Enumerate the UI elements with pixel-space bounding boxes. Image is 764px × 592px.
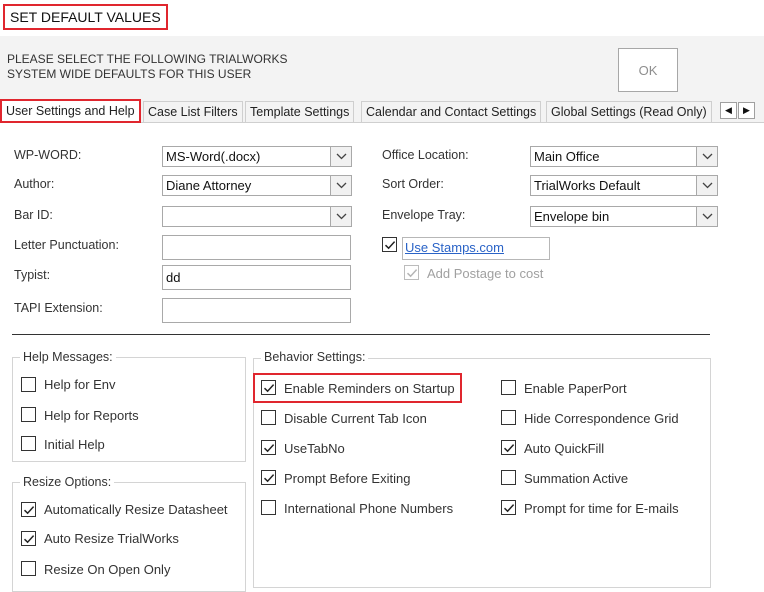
tapi-extension-input[interactable] — [162, 298, 351, 323]
bar-id-label: Bar ID: — [14, 208, 53, 222]
summation-active-label: Summation Active — [524, 471, 629, 486]
section-divider — [12, 334, 710, 335]
auto-quickfill-label: Auto QuickFill — [524, 441, 605, 456]
use-stamps-checkbox[interactable] — [382, 237, 397, 252]
use-stamps-link-box: Use Stamps.com — [402, 237, 550, 260]
office-location-label: Office Location: — [382, 148, 469, 162]
chevron-down-icon — [696, 147, 717, 166]
prompt-before-exiting-checkbox[interactable] — [261, 470, 276, 485]
resize-options-title: Resize Options: — [20, 475, 115, 489]
behavior-settings-title: Behavior Settings: — [261, 350, 369, 364]
tab-case-list-filters[interactable]: Case List Filters — [143, 101, 243, 122]
auto-resize-datasheet-checkbox[interactable] — [21, 502, 36, 517]
sort-order-value: TrialWorks Default — [534, 178, 641, 193]
auto-resize-trialworks-checkbox[interactable] — [21, 531, 36, 546]
usetabno-checkbox[interactable] — [261, 440, 276, 455]
help-for-reports-checkbox[interactable] — [21, 407, 36, 422]
tab-scroll-left-icon[interactable]: ◀ — [720, 102, 737, 119]
tab-user-settings-and-help[interactable]: User Settings and Help — [0, 99, 141, 123]
chevron-down-icon — [696, 176, 717, 195]
chevron-down-icon — [330, 147, 351, 166]
help-for-env-checkbox[interactable] — [21, 377, 36, 392]
enable-reminders-checkbox[interactable] — [261, 380, 276, 395]
resize-on-open-only-checkbox[interactable] — [21, 561, 36, 576]
letter-punctuation-input[interactable] — [162, 235, 351, 260]
initial-help-label: Initial Help — [44, 437, 105, 452]
international-phone-numbers-checkbox[interactable] — [261, 500, 276, 515]
typist-input[interactable] — [162, 265, 351, 290]
international-phone-numbers-label: International Phone Numbers — [284, 501, 454, 516]
prompt-for-time-emails-label: Prompt for time for E-mails — [524, 501, 679, 516]
summation-active-checkbox[interactable] — [501, 470, 516, 485]
checkmark-icon — [263, 443, 274, 452]
sort-order-dropdown[interactable]: TrialWorks Default — [530, 175, 718, 196]
auto-quickfill-checkbox[interactable] — [501, 440, 516, 455]
instructions-line-1: PLEASE SELECT THE FOLLOWING TRIALWORKS — [7, 52, 288, 66]
enable-paperport-checkbox[interactable] — [501, 380, 516, 395]
checkmark-icon — [23, 505, 34, 514]
add-postage-checkbox[interactable] — [404, 265, 419, 280]
prompt-before-exiting-label: Prompt Before Exiting — [284, 471, 411, 486]
enable-paperport-label: Enable PaperPort — [524, 381, 627, 396]
typist-label: Typist: — [14, 268, 51, 282]
author-dropdown[interactable]: Diane Attorney — [162, 175, 352, 196]
add-postage-label: Add Postage to cost — [427, 266, 544, 281]
author-value: Diane Attorney — [166, 178, 252, 193]
auto-resize-trialworks-label: Auto Resize TrialWorks — [44, 531, 179, 546]
author-label: Author: — [14, 177, 55, 191]
auto-resize-datasheet-label: Automatically Resize Datasheet — [44, 502, 228, 517]
wp-word-value: MS-Word(.docx) — [166, 149, 261, 164]
checkmark-icon — [406, 268, 417, 277]
chevron-down-icon — [330, 176, 351, 195]
tab-scroll-right-icon[interactable]: ▶ — [738, 102, 755, 119]
checkmark-icon — [23, 534, 34, 543]
hide-correspondence-grid-checkbox[interactable] — [501, 410, 516, 425]
checkmark-icon — [503, 443, 514, 452]
envelope-tray-dropdown[interactable]: Envelope bin — [530, 206, 718, 227]
instructions: PLEASE SELECT THE FOLLOWING TRIALWORKS S… — [7, 52, 317, 82]
chevron-down-icon — [330, 207, 351, 226]
envelope-tray-label: Envelope Tray: — [382, 208, 466, 222]
enable-reminders-label: Enable Reminders on Startup — [284, 381, 455, 396]
bar-id-dropdown[interactable] — [162, 206, 352, 227]
dialog-title: SET DEFAULT VALUES — [3, 4, 168, 30]
resize-on-open-only-label: Resize On Open Only — [44, 562, 171, 577]
office-location-value: Main Office — [534, 149, 600, 164]
use-stamps-link[interactable]: Use Stamps.com — [405, 240, 504, 255]
checkmark-icon — [503, 503, 514, 512]
office-location-dropdown[interactable]: Main Office — [530, 146, 718, 167]
wp-word-dropdown[interactable]: MS-Word(.docx) — [162, 146, 352, 167]
tab-calendar-and-contact-settings[interactable]: Calendar and Contact Settings — [361, 101, 542, 122]
instructions-line-2: SYSTEM WIDE DEFAULTS FOR THIS USER — [7, 67, 252, 81]
checkmark-icon — [263, 473, 274, 482]
help-for-reports-label: Help for Reports — [44, 408, 139, 423]
letter-punctuation-label: Letter Punctuation: — [14, 238, 119, 252]
help-messages-title: Help Messages: — [20, 350, 116, 364]
disable-current-tab-icon-label: Disable Current Tab Icon — [284, 411, 427, 426]
tab-template-settings[interactable]: Template Settings — [245, 101, 355, 122]
initial-help-checkbox[interactable] — [21, 436, 36, 451]
usetabno-label: UseTabNo — [284, 441, 345, 456]
wp-word-label: WP-WORD: — [14, 148, 82, 162]
disable-current-tab-icon-checkbox[interactable] — [261, 410, 276, 425]
help-for-env-label: Help for Env — [44, 377, 116, 392]
checkmark-icon — [263, 383, 274, 392]
prompt-for-time-emails-checkbox[interactable] — [501, 500, 516, 515]
envelope-tray-value: Envelope bin — [534, 209, 610, 224]
checkmark-icon — [384, 240, 395, 249]
tapi-extension-label: TAPI Extension: — [14, 301, 103, 315]
sort-order-label: Sort Order: — [382, 177, 444, 191]
hide-correspondence-grid-label: Hide Correspondence Grid — [524, 411, 679, 426]
chevron-down-icon — [696, 207, 717, 226]
tab-global-settings[interactable]: Global Settings (Read Only) — [546, 101, 712, 122]
ok-button[interactable]: OK — [618, 48, 678, 92]
